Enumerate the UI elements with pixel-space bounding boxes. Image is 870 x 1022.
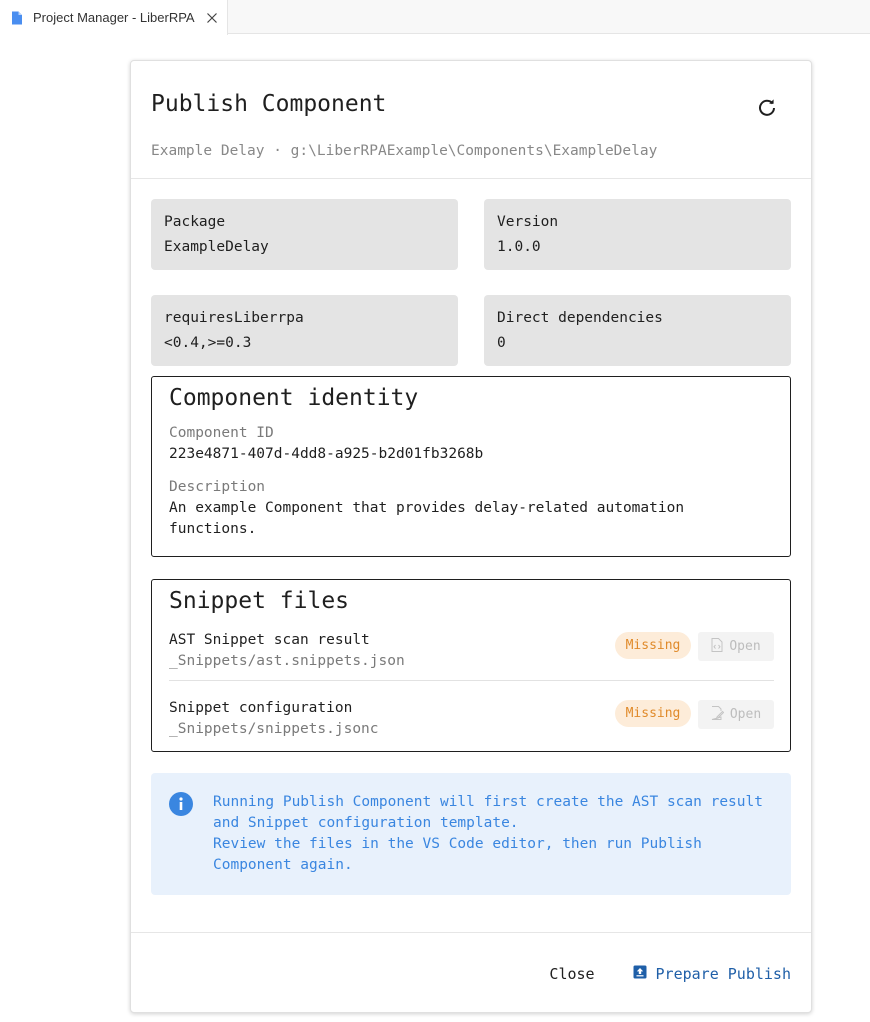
open-snippet-config-button[interactable]: Open <box>698 700 774 729</box>
editor-tab[interactable]: Project Manager - LiberRPA <box>0 0 228 35</box>
alert-message: Running Publish Component will first cre… <box>213 792 773 876</box>
description-label: Description <box>169 479 266 495</box>
info-alert: Running Publish Component will first cre… <box>151 773 791 895</box>
alert-line-2: Review the files in the VS Code editor, … <box>213 836 702 873</box>
card-header: Publish Component Example Delay · g:\Lib… <box>131 61 811 179</box>
package-info-box: Package ExampleDelay <box>151 199 458 270</box>
requires-label: requiresLiberrpa <box>164 310 304 326</box>
open-button-label: Open <box>729 639 761 654</box>
tab-title: Project Manager - LiberRPA <box>33 10 195 25</box>
file-icon <box>11 11 23 25</box>
file-code-icon <box>711 637 729 656</box>
status-badge: Missing <box>615 700 691 727</box>
dependencies-value: 0 <box>497 335 506 351</box>
section-title: Component identity <box>169 385 419 411</box>
editor-tab-bar: Project Manager - LiberRPA <box>0 0 870 35</box>
snippet-name: AST Snippet scan result <box>169 632 370 648</box>
upload-box-icon <box>633 965 656 983</box>
prepare-publish-button[interactable]: Prepare Publish <box>617 959 791 989</box>
version-info-box: Version 1.0.0 <box>484 199 791 270</box>
component-identity-section: Component identity Component ID 223e4871… <box>151 376 791 557</box>
component-subtitle: Example Delay · g:\LiberRPAExample\Compo… <box>151 143 658 159</box>
dependencies-label: Direct dependencies <box>497 310 663 326</box>
component-id-value: 223e4871-407d-4dd8-a925-b2d01fb3268b <box>169 446 484 462</box>
open-button-label: Open <box>729 707 762 722</box>
refresh-icon <box>757 98 777 122</box>
refresh-button[interactable] <box>749 92 785 128</box>
publish-component-card: Publish Component Example Delay · g:\Lib… <box>130 60 812 1013</box>
description-value: An example Component that provides delay… <box>169 500 685 537</box>
prepare-publish-label: Prepare Publish <box>655 965 791 983</box>
alert-line-1: Running Publish Component will first cre… <box>213 794 763 831</box>
file-edit-icon <box>711 705 730 724</box>
snippet-files-section: Snippet files AST Snippet scan result _S… <box>151 579 791 752</box>
info-icon <box>169 792 193 816</box>
requires-info-box: requiresLiberrpa <0.4,>=0.3 <box>151 295 458 366</box>
package-value: ExampleDelay <box>164 239 269 255</box>
open-ast-snippet-button[interactable]: Open <box>698 632 774 661</box>
component-id-label: Component ID <box>169 425 274 441</box>
close-icon[interactable] <box>205 11 219 25</box>
page-title: Publish Component <box>151 91 387 117</box>
snippet-row-config: Snippet configuration _Snippets/snippets… <box>169 700 774 756</box>
footer-divider <box>131 932 811 933</box>
requires-value: <0.4,>=0.3 <box>164 335 252 351</box>
close-button[interactable]: Close <box>539 959 605 989</box>
snippet-path: _Snippets/snippets.jsonc <box>169 721 379 737</box>
version-value: 1.0.0 <box>497 239 541 255</box>
row-divider <box>169 680 774 681</box>
snippet-name: Snippet configuration <box>169 700 353 716</box>
status-badge: Missing <box>615 632 691 659</box>
dependencies-info-box: Direct dependencies 0 <box>484 295 791 366</box>
package-label: Package <box>164 214 226 230</box>
snippet-path: _Snippets/ast.snippets.json <box>169 653 405 669</box>
version-label: Version <box>497 214 559 230</box>
section-title: Snippet files <box>169 588 350 614</box>
